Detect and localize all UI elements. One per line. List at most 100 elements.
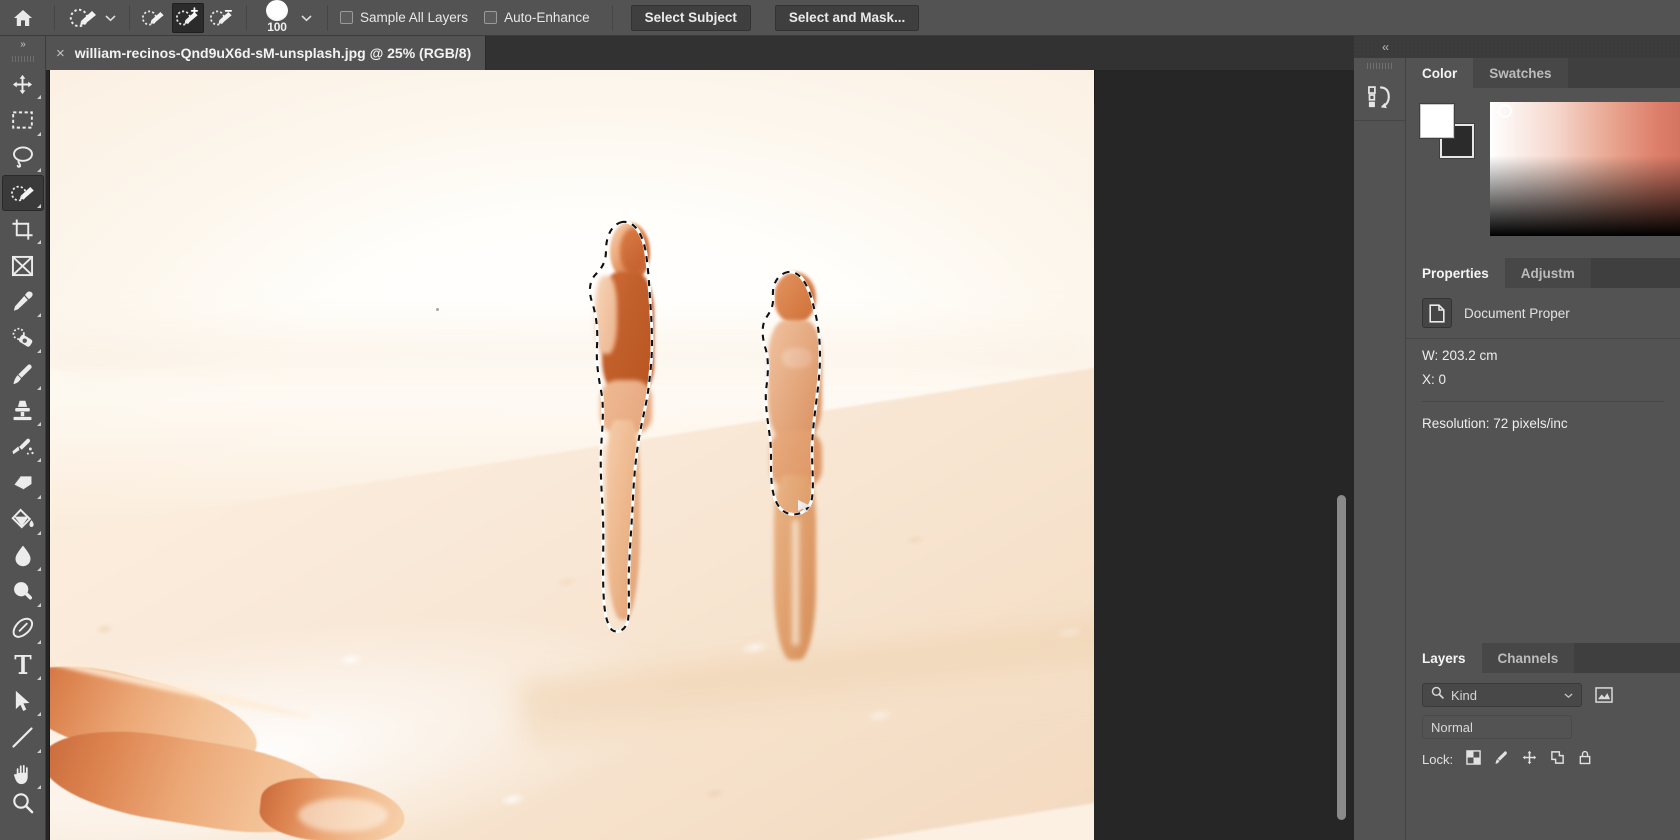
tool-flyout-indicator bbox=[36, 784, 41, 789]
tool-type[interactable] bbox=[2, 647, 44, 683]
tool-flyout-indicator bbox=[36, 349, 41, 354]
lock-position-icon[interactable] bbox=[1522, 750, 1537, 768]
auto-enhance-checkbox[interactable]: Auto-Enhance bbox=[480, 10, 594, 25]
tab-layers[interactable]: Layers bbox=[1406, 643, 1482, 673]
selection-mode-group bbox=[138, 2, 238, 33]
layer-kind-filter[interactable]: Kind bbox=[1422, 683, 1582, 707]
tab-channels[interactable]: Channels bbox=[1481, 643, 1575, 673]
tool-zoom[interactable] bbox=[2, 792, 44, 822]
tool-flyout-indicator bbox=[36, 421, 41, 426]
tool-flyout-indicator bbox=[36, 95, 41, 100]
tool-history-brush[interactable] bbox=[2, 429, 44, 465]
tool-paint-bucket[interactable] bbox=[2, 502, 44, 538]
pixel-layer-filter-icon[interactable] bbox=[1591, 683, 1617, 707]
add-to-selection-button[interactable] bbox=[172, 2, 204, 33]
tool-hand[interactable] bbox=[2, 756, 44, 792]
tool-move[interactable] bbox=[2, 66, 44, 102]
chevron-down-icon bbox=[1564, 686, 1573, 704]
tool-eraser[interactable] bbox=[2, 465, 44, 501]
libraries-icon[interactable] bbox=[1357, 74, 1403, 120]
brush-size-preview[interactable]: 100 bbox=[255, 0, 299, 36]
home-button[interactable] bbox=[0, 0, 46, 36]
tab-color[interactable]: Color bbox=[1406, 58, 1474, 88]
subject-figure-right[interactable] bbox=[760, 270, 840, 660]
frame-tool-icon bbox=[11, 255, 34, 276]
tool-frame[interactable] bbox=[2, 247, 44, 283]
layer-filter-row: Kind bbox=[1406, 673, 1680, 715]
tool-blur[interactable] bbox=[2, 538, 44, 574]
type-tool-icon bbox=[14, 655, 31, 675]
tool-eyedropper[interactable] bbox=[2, 284, 44, 320]
properties-panel-body: Document Proper W: 203.2 cm X: 0 Resolut… bbox=[1406, 288, 1680, 431]
lock-all-icon[interactable] bbox=[1578, 750, 1592, 768]
divider bbox=[246, 4, 247, 31]
layers-panel: Layers Channels Kind Normal Lock: bbox=[1406, 643, 1680, 840]
document-area: × william-recinos-Qnd9uX6d-sM-unsplash.j… bbox=[46, 36, 1354, 840]
panels-column: Color Swatches Properties Adjustm Docume… bbox=[1406, 58, 1680, 840]
tool-line-shape[interactable] bbox=[2, 719, 44, 755]
sample-all-layers-checkbox[interactable]: Sample All Layers bbox=[336, 10, 472, 25]
lasso-tool-icon bbox=[12, 146, 33, 168]
subject-figure-left[interactable] bbox=[588, 220, 680, 634]
quick-selection-add-icon bbox=[175, 6, 199, 25]
blur-tool-icon bbox=[14, 545, 31, 567]
color-spectrum-ramp[interactable] bbox=[1490, 102, 1680, 236]
tool-quick-selection[interactable] bbox=[1, 174, 44, 212]
search-icon bbox=[1431, 686, 1444, 704]
tab-properties[interactable]: Properties bbox=[1406, 258, 1505, 288]
select-and-mask-button[interactable]: Select and Mask... bbox=[774, 4, 920, 31]
tool-flyout-indicator bbox=[36, 458, 41, 463]
layer-blend-row: Normal bbox=[1406, 715, 1680, 739]
foreground-color-swatch[interactable] bbox=[1420, 104, 1454, 138]
canvas-empty-gutter bbox=[1094, 104, 1354, 840]
photoshop-window: 100 Sample All Layers Auto-Enhance Selec… bbox=[0, 0, 1680, 840]
close-icon[interactable]: × bbox=[56, 46, 65, 61]
collapse-panels-icon[interactable]: ‹‹ bbox=[1382, 40, 1389, 54]
tool-spot-healing-brush[interactable] bbox=[2, 320, 44, 356]
subtract-from-selection-button[interactable] bbox=[206, 3, 238, 33]
lock-artboard-nesting-icon[interactable] bbox=[1550, 750, 1565, 768]
lock-image-pixels-icon[interactable] bbox=[1494, 750, 1509, 768]
tool-clone-stamp[interactable] bbox=[2, 393, 44, 429]
quick-selection-subtract-icon bbox=[209, 9, 233, 25]
new-selection-button[interactable] bbox=[138, 3, 170, 33]
tab-swatches[interactable]: Swatches bbox=[1473, 58, 1568, 88]
tool-flyout-indicator bbox=[36, 240, 41, 245]
rail-drag-handle[interactable] bbox=[1354, 58, 1406, 74]
document-properties-label: Document Proper bbox=[1464, 305, 1570, 321]
select-subject-button[interactable]: Select Subject bbox=[630, 4, 751, 31]
lock-transparent-pixels-icon[interactable] bbox=[1466, 750, 1481, 768]
tool-dodge[interactable] bbox=[2, 574, 44, 610]
properties-panel-tabs: Properties Adjustm bbox=[1406, 258, 1680, 288]
tool-pen[interactable] bbox=[2, 610, 44, 646]
tool-path-selection[interactable] bbox=[2, 683, 44, 719]
layer-lock-row: Lock: bbox=[1406, 739, 1680, 768]
layer-kind-label: Kind bbox=[1451, 687, 1478, 703]
tool-brush[interactable] bbox=[2, 356, 44, 392]
document-tab[interactable]: × william-recinos-Qnd9uX6d-sM-unsplash.j… bbox=[46, 36, 487, 70]
tool-flyout-indicator bbox=[36, 530, 41, 535]
tab-adjustments[interactable]: Adjustm bbox=[1504, 258, 1591, 288]
panel-icon-rail bbox=[1353, 58, 1406, 840]
dodge-tool-icon bbox=[13, 582, 32, 600]
toolbar-collapse-button[interactable]: » bbox=[0, 36, 46, 52]
brush-picker-chevron-down-icon[interactable] bbox=[299, 0, 313, 36]
zoom-tool-icon bbox=[12, 793, 33, 814]
sample-all-layers-label: Sample All Layers bbox=[360, 10, 469, 25]
image-canvas[interactable] bbox=[50, 70, 1094, 840]
tool-lasso[interactable] bbox=[2, 139, 44, 175]
paint-bucket-tool-icon bbox=[10, 508, 34, 529]
tool-rectangular-marquee[interactable] bbox=[2, 102, 44, 138]
document-properties-header: Document Proper bbox=[1406, 288, 1680, 339]
quick-selection-new-icon bbox=[141, 10, 164, 25]
color-spectrum-cursor[interactable] bbox=[1498, 104, 1512, 118]
canvas-viewport[interactable] bbox=[46, 70, 1354, 840]
tool-preset-picker[interactable] bbox=[63, 0, 121, 36]
canvas-vertical-scrollbar[interactable] bbox=[1337, 495, 1346, 820]
options-bar: 100 Sample All Layers Auto-Enhance Selec… bbox=[0, 0, 1680, 36]
dock-collapse-bar[interactable]: ‹‹ bbox=[1354, 36, 1680, 58]
tool-crop[interactable] bbox=[2, 211, 44, 247]
toolbar-drag-handle[interactable] bbox=[0, 52, 46, 66]
tool-flyout-indicator bbox=[36, 167, 41, 172]
blend-mode-select[interactable]: Normal bbox=[1422, 715, 1572, 739]
